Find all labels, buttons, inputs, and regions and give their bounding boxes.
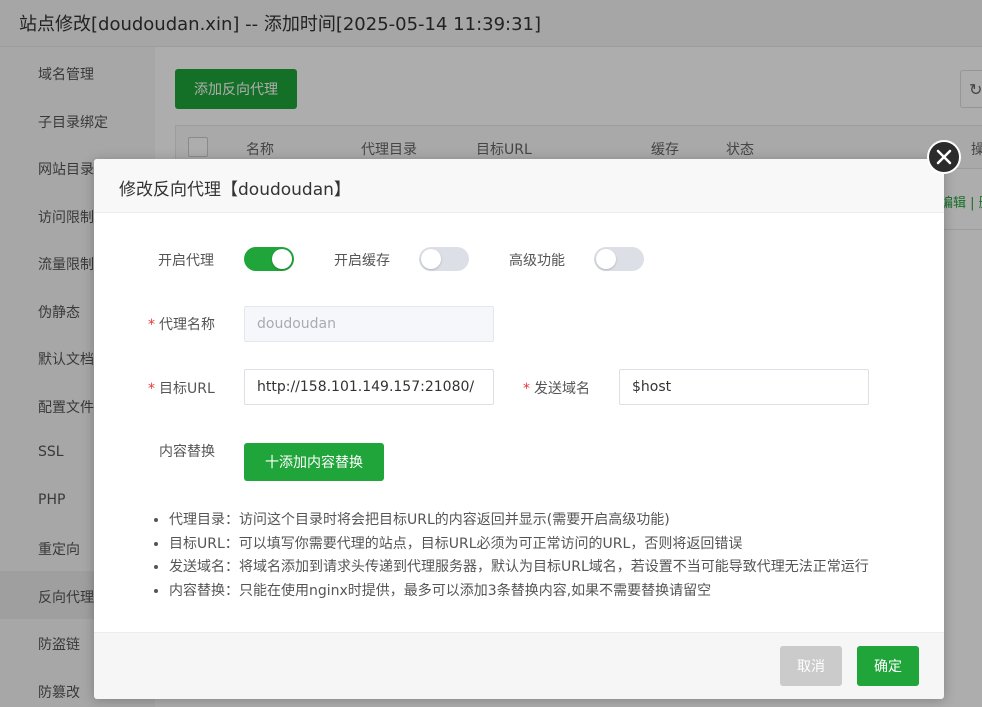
dialog-title: 修改反向代理【doudoudan】 <box>119 180 351 200</box>
proxy-name-label-text: 代理名称 <box>159 317 215 333</box>
toggle-label-enable-proxy: 开启代理 <box>158 253 214 269</box>
dialog-footer: 取消 确定 <box>94 632 944 699</box>
toggle-knob <box>421 249 441 269</box>
target-url-input[interactable]: http://158.101.149.157:21080/ <box>244 369 494 405</box>
enable-proxy-toggle[interactable] <box>244 247 294 271</box>
edit-reverse-proxy-dialog: 修改反向代理【doudoudan】 开启代理 开启缓存 高级功能 * 代理名称 d… <box>94 159 944 699</box>
send-domain-input[interactable]: $host <box>619 369 869 405</box>
toggle-label-advanced: 高级功能 <box>509 253 565 269</box>
toggle-knob <box>596 249 616 269</box>
required-mark: * <box>148 317 155 333</box>
help-item-content-replace: 内容替换：只能在使用nginx时提供，最多可以添加3条替换内容,如果不需要替换请… <box>169 580 869 604</box>
required-mark: * <box>523 381 530 397</box>
close-icon[interactable] <box>927 140 961 174</box>
help-list: 代理目录：访问这个目录时将会把目标URL的内容返回并显示(需要开启高级功能) 目… <box>149 509 869 603</box>
content-replace-label: 内容替换 <box>159 444 215 460</box>
add-content-replace-button[interactable]: 十添加内容替换 <box>244 443 384 481</box>
help-item-target-url: 目标URL：可以填写你需要代理的站点，目标URL必须为可正常访问的URL，否则将… <box>169 533 869 557</box>
advanced-toggle[interactable] <box>594 247 644 271</box>
toggle-knob <box>272 249 292 269</box>
send-domain-label-text: 发送域名 <box>534 381 590 397</box>
send-domain-label: * 发送域名 <box>523 378 590 398</box>
proxy-name-label: * 代理名称 <box>148 314 215 334</box>
cancel-button[interactable]: 取消 <box>780 646 842 686</box>
help-item-send-domain: 发送域名：将域名添加到请求头传递到代理服务器，默认为目标URL域名，若设置不当可… <box>169 556 869 580</box>
dialog-header: 修改反向代理【doudoudan】 <box>94 159 944 213</box>
help-item-proxy-dir: 代理目录：访问这个目录时将会把目标URL的内容返回并显示(需要开启高级功能) <box>169 509 869 533</box>
target-url-label: * 目标URL <box>148 378 215 398</box>
enable-cache-toggle[interactable] <box>419 247 469 271</box>
required-mark: * <box>148 381 155 397</box>
target-url-label-text: 目标URL <box>159 381 215 397</box>
confirm-button[interactable]: 确定 <box>857 646 919 686</box>
proxy-name-input: doudoudan <box>244 306 494 342</box>
toggle-label-enable-cache: 开启缓存 <box>334 253 390 269</box>
close-icon-glyph <box>936 149 952 165</box>
page: 站点修改[doudoudan.xin] -- 添加时间[2025-05-14 1… <box>0 0 982 707</box>
